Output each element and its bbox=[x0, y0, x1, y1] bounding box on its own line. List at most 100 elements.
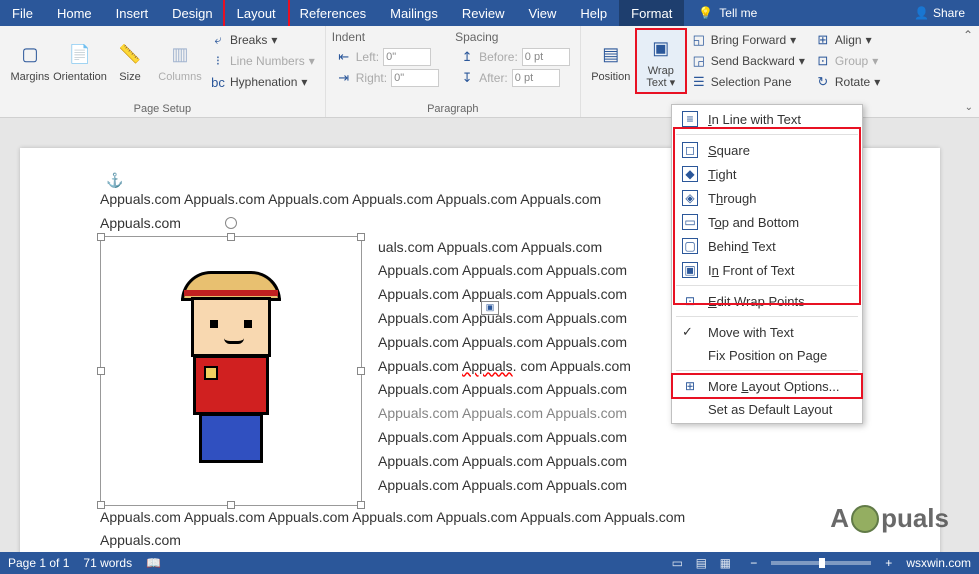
menu-item-set-default-layout[interactable]: Set as Default Layout bbox=[672, 398, 862, 421]
spacing-after-label: After: bbox=[479, 71, 508, 85]
selection-pane-button[interactable]: ☰Selection Pane bbox=[687, 72, 809, 92]
menu-item-behind[interactable]: ▢Behind Text bbox=[672, 234, 862, 258]
tab-references[interactable]: References bbox=[288, 0, 378, 26]
wrap-through-icon: ◈ bbox=[682, 190, 698, 206]
zoom-slider-thumb[interactable] bbox=[819, 558, 825, 568]
indent-left-input[interactable] bbox=[383, 48, 431, 66]
resize-handle[interactable] bbox=[97, 501, 105, 509]
wrap-inline-icon: ≡ bbox=[682, 111, 698, 127]
resize-handle[interactable] bbox=[357, 233, 365, 241]
menu-item-edit-wrap-points[interactable]: ⊡Edit Wrap Points bbox=[672, 289, 862, 313]
tab-layout[interactable]: Layout bbox=[225, 0, 288, 26]
resize-handle[interactable] bbox=[227, 501, 235, 509]
bring-forward-button[interactable]: ◱Bring Forward ▾ bbox=[687, 30, 809, 50]
group-button: ⊡Group ▾ bbox=[811, 51, 884, 71]
hyphenation-icon: bc bbox=[210, 74, 226, 90]
wrap-text-button[interactable]: ▣ Wrap Text ▾ bbox=[637, 30, 685, 92]
layout-options-tag[interactable]: ▣ bbox=[481, 301, 499, 315]
resize-handle[interactable] bbox=[357, 367, 365, 375]
tab-design[interactable]: Design bbox=[160, 0, 224, 26]
tellme-search[interactable]: 💡 Tell me bbox=[688, 0, 767, 26]
menu-item-fix-position[interactable]: Fix Position on Page bbox=[672, 344, 862, 367]
orientation-button[interactable]: 📄 Orientation bbox=[56, 30, 104, 92]
margins-label: Margins bbox=[10, 71, 49, 83]
spacing-before-icon: ↥ bbox=[459, 49, 475, 65]
resize-handle[interactable] bbox=[357, 501, 365, 509]
columns-label: Columns bbox=[158, 71, 201, 83]
spellcheck-word[interactable]: Appuals bbox=[462, 358, 513, 374]
tab-insert[interactable]: Insert bbox=[104, 0, 161, 26]
status-words[interactable]: 71 words bbox=[83, 556, 132, 570]
view-print-layout[interactable]: ▤ bbox=[690, 554, 712, 572]
view-web-layout[interactable]: ▦ bbox=[714, 554, 736, 572]
menu-item-square[interactable]: ◻Square bbox=[672, 138, 862, 162]
send-backward-label: Send Backward bbox=[711, 54, 795, 68]
wrap-topbottom-icon: ▭ bbox=[682, 214, 698, 230]
bring-forward-label: Bring Forward bbox=[711, 33, 786, 47]
breaks-label: Breaks bbox=[230, 33, 267, 47]
position-icon: ▤ bbox=[595, 39, 627, 71]
send-backward-button[interactable]: ◲Send Backward ▾ bbox=[687, 51, 809, 71]
resize-handle[interactable] bbox=[97, 367, 105, 375]
menu-item-through[interactable]: ◈Through bbox=[672, 186, 862, 210]
margins-button[interactable]: ▢ Margins bbox=[6, 30, 54, 92]
menu-item-tight[interactable]: ◆Tight bbox=[672, 162, 862, 186]
menu-item-more-layout-options[interactable]: ⊞ More Layout Options... bbox=[672, 374, 862, 398]
size-button[interactable]: 📏 Size bbox=[106, 30, 154, 92]
zoom-in-button[interactable]: + bbox=[885, 556, 892, 570]
zoom-out-button[interactable]: − bbox=[750, 556, 757, 570]
share-button[interactable]: 👤 Share bbox=[900, 0, 979, 26]
indent-right-input[interactable] bbox=[391, 69, 439, 87]
orientation-label: Orientation bbox=[53, 71, 107, 83]
tab-view[interactable]: View bbox=[516, 0, 568, 26]
hyphenation-label: Hyphenation bbox=[230, 75, 297, 89]
orientation-icon: 📄 bbox=[64, 39, 96, 71]
columns-button: ▥ Columns bbox=[156, 30, 204, 92]
resize-handle[interactable] bbox=[97, 233, 105, 241]
view-read-mode[interactable]: ▭ bbox=[666, 554, 688, 572]
spacing-after-input[interactable] bbox=[512, 69, 560, 87]
resize-handle[interactable] bbox=[227, 233, 235, 241]
ribbon-collapse-up[interactable]: ⌃ bbox=[963, 28, 973, 42]
status-zoom-text[interactable]: wsxwin.com bbox=[906, 556, 971, 570]
move-with-label: Move with Text bbox=[708, 325, 794, 340]
menu-item-top-bottom[interactable]: ▭Top and Bottom bbox=[672, 210, 862, 234]
chevron-down-icon: ▾ bbox=[271, 33, 277, 47]
margins-icon: ▢ bbox=[14, 39, 46, 71]
tab-review[interactable]: Review bbox=[450, 0, 517, 26]
tab-file[interactable]: File bbox=[0, 0, 45, 26]
zoom-slider[interactable] bbox=[771, 561, 871, 565]
menu-item-inline[interactable]: ≡In Line with Text bbox=[672, 107, 862, 131]
text-line: Appuals.com bbox=[100, 529, 860, 552]
tab-mailings[interactable]: Mailings bbox=[378, 0, 450, 26]
wrap-square-icon: ◻ bbox=[682, 142, 698, 158]
spacing-label: Spacing bbox=[455, 30, 574, 46]
align-button[interactable]: ⊞Align ▾ bbox=[811, 30, 884, 50]
spacing-after-icon: ↧ bbox=[459, 70, 475, 86]
send-backward-icon: ◲ bbox=[691, 53, 707, 69]
spacing-before-row: ↥ Before: bbox=[455, 47, 574, 67]
tab-help[interactable]: Help bbox=[568, 0, 619, 26]
hyphenation-button[interactable]: bc Hyphenation ▾ bbox=[206, 72, 319, 92]
status-page[interactable]: Page 1 of 1 bbox=[8, 556, 69, 570]
tab-home[interactable]: Home bbox=[45, 0, 104, 26]
breaks-button[interactable]: ⤶ Breaks ▾ bbox=[206, 30, 319, 50]
indent-right-row: ⇥ Right: bbox=[332, 68, 443, 88]
rotate-button[interactable]: ↻Rotate ▾ bbox=[811, 72, 884, 92]
menu-item-move-with-text[interactable]: ✓Move with Text bbox=[672, 320, 862, 344]
position-button[interactable]: ▤ Position bbox=[587, 30, 635, 92]
edit-wrap-points-icon: ⊡ bbox=[682, 293, 698, 309]
pixel-art-character bbox=[171, 271, 291, 471]
inserted-image[interactable]: ▣ bbox=[100, 236, 362, 506]
menu-item-in-front[interactable]: ▣In Front of Text bbox=[672, 258, 862, 282]
selection-pane-label: Selection Pane bbox=[711, 75, 792, 89]
spacing-before-input[interactable] bbox=[522, 48, 570, 66]
ribbon-collapse-down[interactable]: ⌄ bbox=[965, 102, 973, 113]
rotate-handle[interactable] bbox=[225, 217, 237, 229]
watermark: A puals bbox=[830, 503, 949, 534]
set-default-label: Set as Default Layout bbox=[708, 402, 832, 417]
indent-left-icon: ⇤ bbox=[336, 49, 352, 65]
status-proofing-icon[interactable]: 📖 bbox=[146, 556, 161, 570]
spacing-before-label: Before: bbox=[479, 50, 518, 64]
tab-format[interactable]: Format bbox=[619, 0, 684, 26]
